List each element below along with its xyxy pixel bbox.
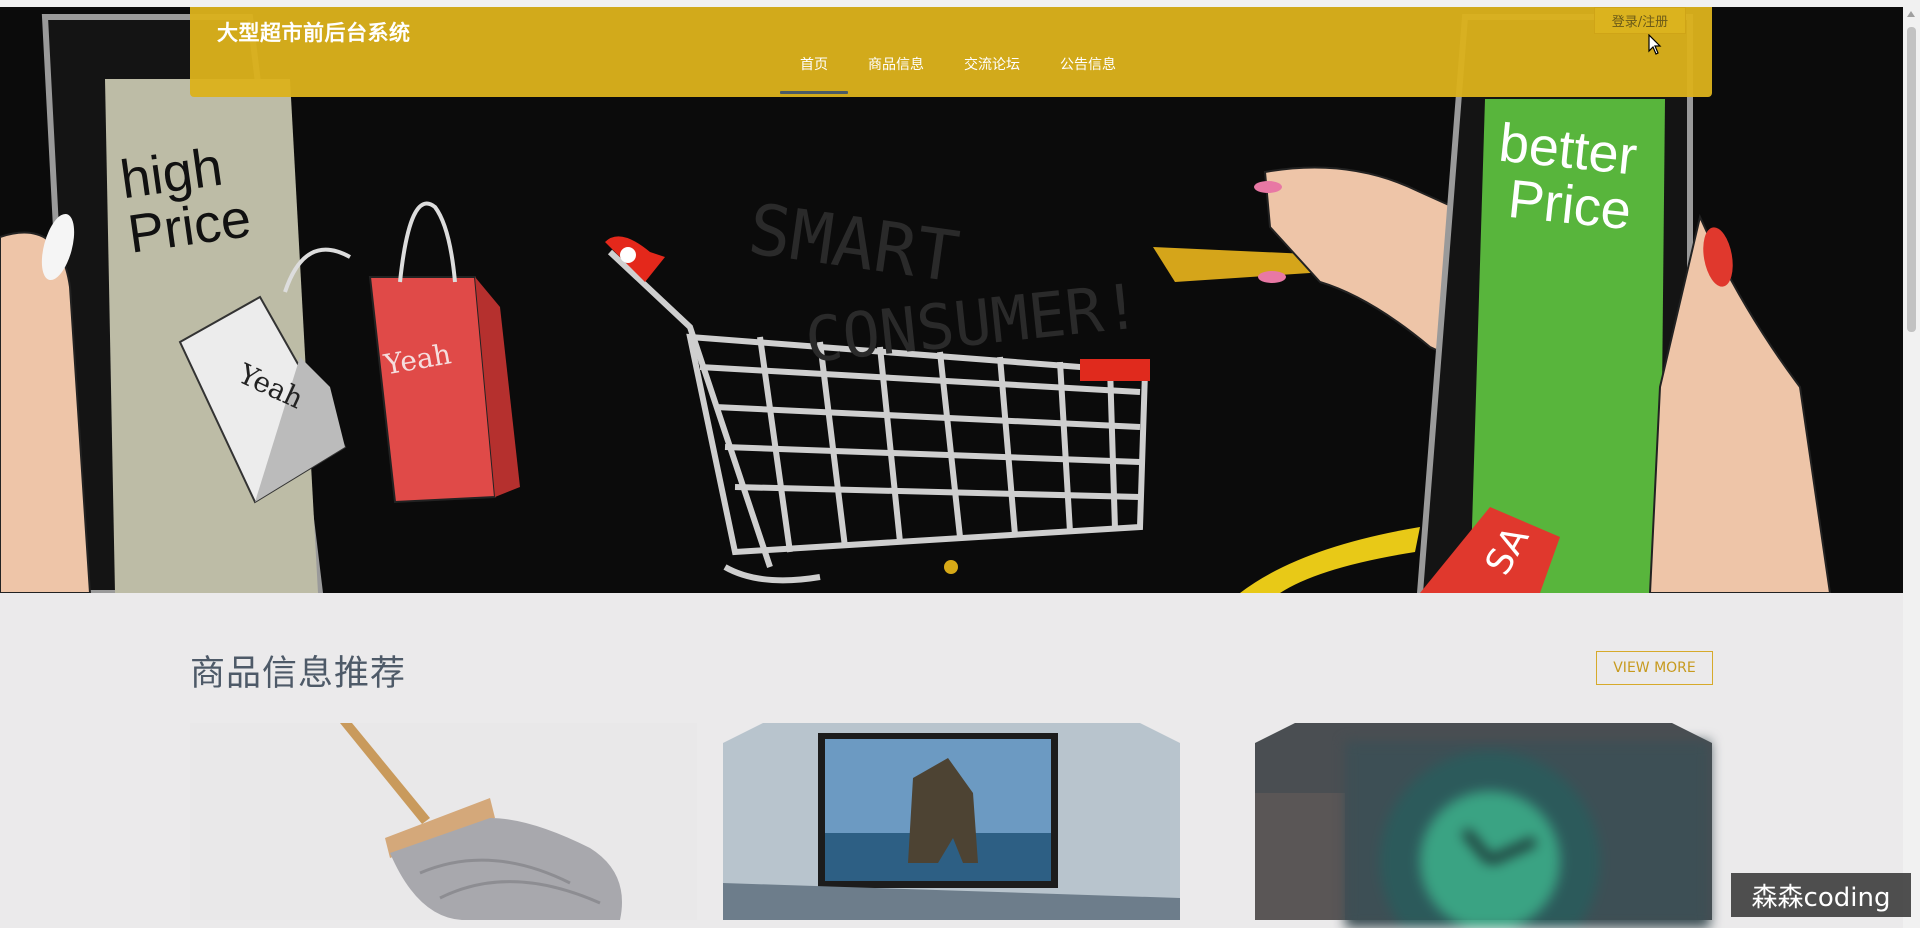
page-scrollbar[interactable] [1903,7,1920,928]
carousel-dot [944,560,958,574]
television-image [723,723,1180,920]
video-watermark: 森森coding [1731,873,1911,917]
top-navbar: 大型超市前后台系统 首页 商品信息 交流论坛 公告信息 登录/注册 [190,7,1712,97]
view-more-button[interactable]: VIEW MORE [1596,651,1713,685]
login-register-button[interactable]: 登录/注册 [1594,7,1686,34]
mouse-cursor-icon [1648,34,1662,55]
nav-products[interactable]: 商品信息 [848,54,944,94]
blurred-watch-face [1345,741,1710,928]
scroll-thumb[interactable] [1907,27,1916,332]
browser-top-strip [0,0,1920,7]
nav-notices[interactable]: 公告信息 [1040,54,1136,94]
main-nav: 首页 商品信息 交流论坛 公告信息 [780,54,1136,94]
right-price-text: Price [1505,169,1634,242]
scroll-up-icon[interactable] [1907,11,1915,17]
product-card-mop[interactable] [190,723,697,920]
site-brand[interactable]: 大型超市前后台系统 [217,17,411,47]
mop-image [190,723,697,920]
nav-home[interactable]: 首页 [780,54,848,94]
nav-forum[interactable]: 交流论坛 [944,54,1040,94]
left-phone: high Price [0,14,324,593]
section-title: 商品信息推荐 [190,654,407,694]
product-card-tv[interactable] [723,723,1180,920]
